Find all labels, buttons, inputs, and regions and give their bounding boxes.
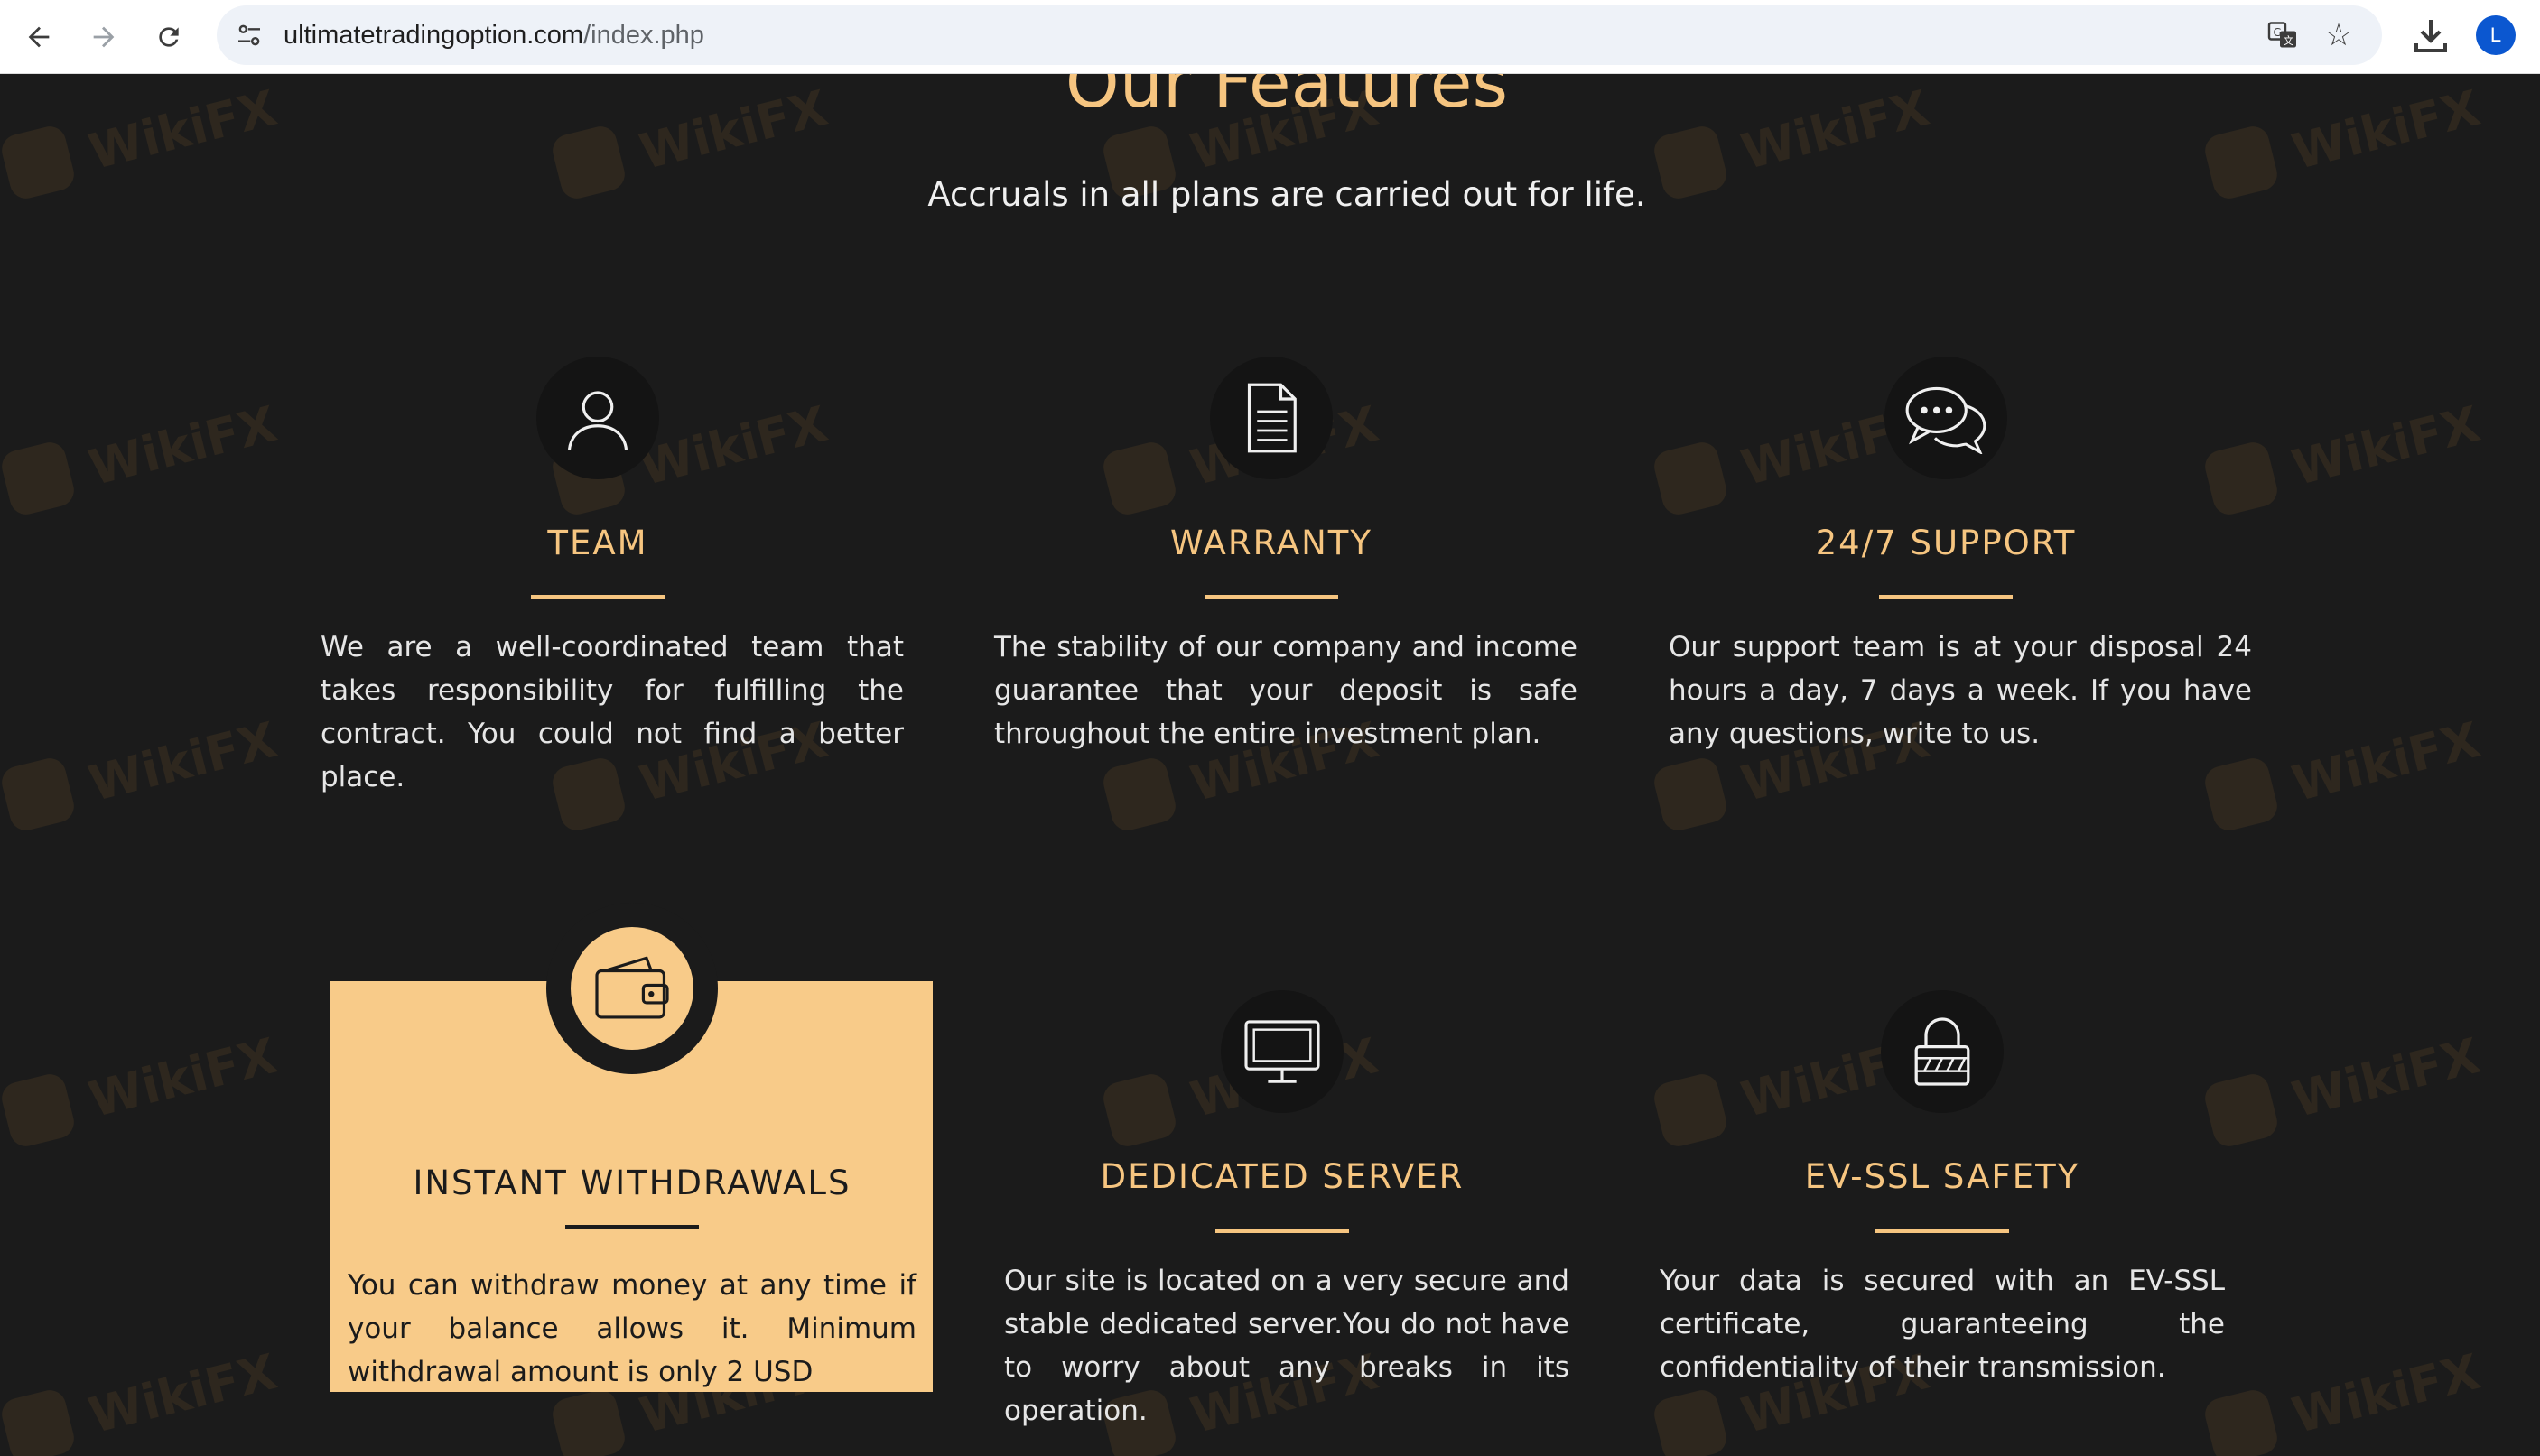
feature-description: Our support team is at your disposal 24 … xyxy=(1669,631,2252,750)
feature-underline xyxy=(1205,595,1338,599)
feature-description: Your data is secured with an EV-SSL cert… xyxy=(1660,1265,2225,1384)
feature-icon-circle xyxy=(546,903,718,1074)
feature-description: The stability of our company and income … xyxy=(994,631,1577,750)
feature-ev-ssl-safety[interactable]: EV-SSL SAFETY Your data is secured with … xyxy=(1640,990,2245,1456)
watermark-text: WikiFX xyxy=(83,394,283,497)
bookmark-star-icon[interactable]: ☆ xyxy=(2319,15,2359,55)
watermark-logo-icon xyxy=(0,1071,78,1150)
watermark: WikiFX xyxy=(2201,1343,2510,1456)
feature-title: WARRANTY xyxy=(1170,524,1372,562)
feature-underline xyxy=(1875,1229,2009,1233)
feature-underline xyxy=(1215,1229,1349,1233)
wallet-icon xyxy=(595,956,669,1019)
feature-title: INSTANT WITHDRAWALS xyxy=(413,1164,851,1202)
feature-dedicated-server[interactable]: DEDICATED SERVER Our site is located on … xyxy=(980,990,1585,1456)
watermark-logo-icon xyxy=(0,1386,78,1456)
reload-icon xyxy=(159,27,179,47)
watermark-text: WikiFX xyxy=(2286,394,2486,497)
feature-underline xyxy=(531,595,665,599)
document-icon xyxy=(1247,383,1297,453)
address-bar[interactable]: ultimatetradingoption.com/index.php G 文 … xyxy=(217,5,2382,65)
user-icon xyxy=(567,391,628,450)
watermark-text: WikiFX xyxy=(2286,1342,2486,1445)
section-title: Our Features xyxy=(1065,74,1509,123)
feature-warranty[interactable]: WARRANTY The stability of our company an… xyxy=(969,357,1577,844)
feature-team[interactable]: TEAM We are a well-coordinated team that… xyxy=(295,357,904,844)
forward-button[interactable] xyxy=(79,13,128,61)
feature-description: You can withdraw money at any time if yo… xyxy=(348,1269,916,1388)
download-icon[interactable] xyxy=(2409,14,2452,58)
feature-icon-circle xyxy=(536,357,659,479)
url-host: ultimatetradingoption.com xyxy=(284,21,584,50)
feature-icon-circle xyxy=(1881,990,2004,1113)
feature-title: DEDICATED SERVER xyxy=(1100,1157,1465,1196)
url-path: /index.php xyxy=(583,21,704,50)
watermark-logo-icon xyxy=(0,755,78,834)
watermark: WikiFX xyxy=(0,711,307,850)
watermark-text: WikiFX xyxy=(83,1342,283,1445)
watermark: WikiFX xyxy=(2201,711,2510,850)
browser-toolbar: ultimatetradingoption.com/index.php G 文 … xyxy=(0,0,2540,74)
watermark-text: WikiFX xyxy=(83,1026,283,1129)
feature-icon-inner xyxy=(571,927,693,1050)
translate-icon[interactable]: G 文 xyxy=(2266,19,2299,51)
feature-title: EV-SSL SAFETY xyxy=(1804,1157,2080,1196)
url-text[interactable]: ultimatetradingoption.com/index.php xyxy=(284,5,704,65)
reload-button[interactable] xyxy=(144,13,193,61)
watermark-text: WikiFX xyxy=(83,710,283,813)
feature-description: Our site is located on a very secure and… xyxy=(1004,1265,1569,1427)
svg-text:文: 文 xyxy=(2284,34,2293,47)
page-content: WikiFX WikiFX WikiFX WikiFX WikiFX WikiF… xyxy=(0,74,2540,1456)
watermark: WikiFX xyxy=(0,1027,307,1166)
monitor-icon xyxy=(1244,1020,1320,1083)
feature-icon-circle xyxy=(1210,357,1333,479)
feature-title: TEAM xyxy=(547,524,648,562)
feature-icon-circle xyxy=(1221,990,1344,1113)
site-settings-icon[interactable] xyxy=(233,19,265,51)
watermark: WikiFX xyxy=(0,1343,307,1456)
watermark: WikiFX xyxy=(0,395,307,534)
feature-title: 24/7 SUPPORT xyxy=(1815,524,2077,562)
lock-icon xyxy=(1914,1017,1970,1086)
svg-text:G: G xyxy=(2274,26,2282,39)
arrow-right-icon xyxy=(93,26,115,48)
chat-bubbles-icon xyxy=(1905,386,1986,454)
feature-underline xyxy=(1879,595,2013,599)
watermark-text: WikiFX xyxy=(2286,1026,2486,1129)
feature-instant-withdrawals[interactable]: INSTANT WITHDRAWALS You can withdraw mon… xyxy=(330,903,935,1405)
feature-support[interactable]: 24/7 SUPPORT Our support team is at your… xyxy=(1643,357,2252,844)
feature-underline xyxy=(565,1225,699,1229)
watermark-logo-icon xyxy=(0,439,78,518)
watermark: WikiFX xyxy=(2201,395,2510,534)
watermark-text: WikiFX xyxy=(2286,710,2486,813)
feature-description: We are a well-coordinated team that take… xyxy=(321,631,904,793)
section-subtitle: Accruals in all plans are carried out fo… xyxy=(927,175,1646,214)
arrow-left-icon xyxy=(28,26,50,48)
feature-icon-circle xyxy=(1884,357,2007,479)
profile-avatar[interactable]: L xyxy=(2476,15,2516,55)
back-button[interactable] xyxy=(14,13,63,61)
watermark: WikiFX xyxy=(2201,1027,2510,1166)
